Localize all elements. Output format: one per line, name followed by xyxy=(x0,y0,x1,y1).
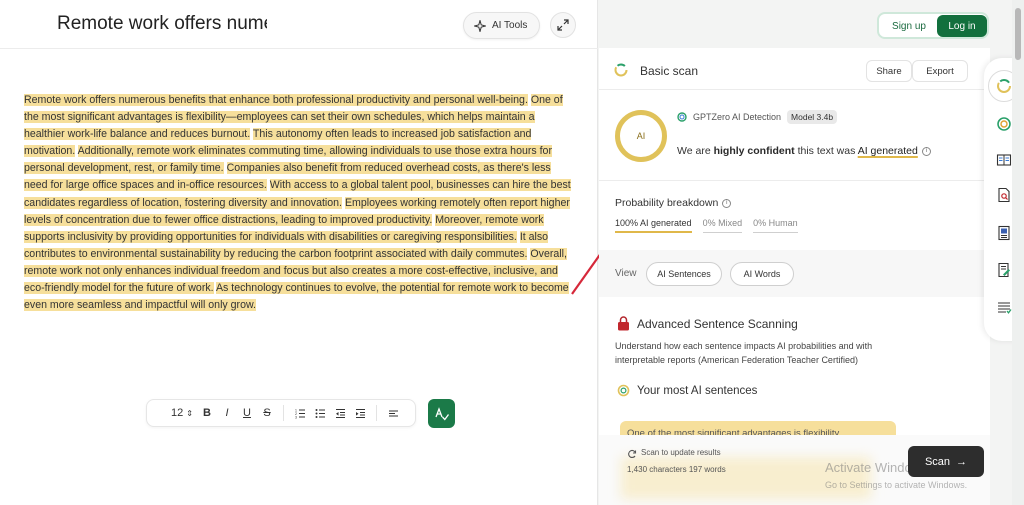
arrow-right-icon: → xyxy=(956,455,968,468)
lock-icon xyxy=(618,316,629,331)
ai-tools-label: AI Tools xyxy=(492,20,528,31)
advanced-scanning-title: Advanced Sentence Scanning xyxy=(637,317,798,331)
rail-edit-button[interactable] xyxy=(994,260,1014,280)
expand-button[interactable] xyxy=(550,12,576,38)
edit-icon xyxy=(998,262,1010,278)
scan-title: Basic scan xyxy=(640,64,699,78)
rail-report-button[interactable] xyxy=(994,298,1014,318)
ai-sentences-button[interactable]: AI Sentences xyxy=(646,262,722,286)
tab-ai-generated[interactable]: 100% AI generated xyxy=(615,218,692,233)
outdent-button[interactable] xyxy=(330,403,350,423)
document-icon xyxy=(998,225,1010,241)
numbered-list-button[interactable]: 123 xyxy=(290,403,310,423)
signup-button[interactable]: Sign up xyxy=(883,16,935,36)
app-root: Remote work offers nume AI Tools Remote … xyxy=(0,0,1024,505)
probability-title: Probability breakdown i xyxy=(615,197,732,209)
compare-icon xyxy=(996,154,1012,166)
refresh-icon xyxy=(628,449,637,459)
bullet-list-button[interactable] xyxy=(310,403,330,423)
indent-button[interactable] xyxy=(350,403,370,423)
windows-watermark-subtitle: Go to Settings to activate Windows. xyxy=(825,480,968,490)
advanced-scanning-description: Understand how each sentence impacts AI … xyxy=(615,341,873,365)
probability-tabs: 100% AI generated 0% Mixed 0% Human xyxy=(615,218,798,233)
toolbar-divider xyxy=(376,405,377,421)
font-size-value: 12 xyxy=(170,407,184,419)
tab-human[interactable]: 0% Human xyxy=(753,218,798,233)
font-size-select[interactable]: 12 ⇕ xyxy=(167,403,197,423)
sparkle-icon xyxy=(474,19,486,32)
bullet-list-icon xyxy=(315,408,325,418)
verdict-pre: We are xyxy=(677,145,714,157)
align-button[interactable] xyxy=(383,403,403,423)
share-button[interactable]: Share xyxy=(866,60,912,82)
strikethrough-button[interactable]: S xyxy=(257,403,277,423)
detector-name: GPTZero AI Detection xyxy=(693,112,782,122)
toolbar-divider xyxy=(283,405,284,421)
auth-group: Sign up Log in xyxy=(877,12,989,39)
editor-header: Remote work offers nume AI Tools xyxy=(0,0,598,49)
ai-tools-button[interactable]: AI Tools xyxy=(463,12,541,39)
rail-document-button[interactable] xyxy=(994,223,1014,243)
italic-button[interactable]: I xyxy=(217,403,237,423)
bold-button[interactable]: B xyxy=(197,403,217,423)
grammar-check-button[interactable] xyxy=(428,399,455,428)
info-icon[interactable]: i xyxy=(722,198,732,208)
panel-top-strip: Sign up Log in xyxy=(599,0,990,48)
indent-icon xyxy=(355,408,365,418)
ai-score-ring: AI xyxy=(615,110,667,162)
window-scrollbar[interactable] xyxy=(1012,0,1024,505)
most-ai-sentences-title: Your most AI sentences xyxy=(637,385,758,397)
model-badge: Model 3.4b xyxy=(787,110,838,124)
spellcheck-icon xyxy=(434,406,449,421)
verdict-text: We are highly confident this text was AI… xyxy=(677,145,931,157)
section-divider xyxy=(599,180,990,181)
underline-button[interactable]: U xyxy=(237,403,257,423)
ai-sentence: Remote work offers numerous benefits tha… xyxy=(24,94,528,106)
verdict-mid: this text was xyxy=(794,145,858,157)
document-body[interactable]: Remote work offers numerous benefits tha… xyxy=(24,92,572,314)
rail-plagiarism-button[interactable] xyxy=(994,185,1014,205)
plagiarism-icon xyxy=(998,187,1010,203)
updown-icon: ⇕ xyxy=(186,408,193,418)
info-icon[interactable]: i xyxy=(921,146,931,156)
scrollbar-thumb[interactable] xyxy=(1015,8,1021,60)
view-label: View xyxy=(615,268,637,279)
verdict-result[interactable]: AI generated xyxy=(858,145,918,157)
rail-gptzero-button[interactable] xyxy=(994,76,1014,96)
export-button[interactable]: Export xyxy=(912,60,968,82)
loading-spinner-icon xyxy=(614,63,628,77)
scan-button-label: Scan xyxy=(924,455,951,468)
numbered-list-icon: 123 xyxy=(295,408,305,419)
expand-icon xyxy=(557,19,569,31)
probability-title-text: Probability breakdown xyxy=(615,197,719,209)
scan-note: Scan to update results xyxy=(641,448,721,457)
format-toolbar: 12 ⇕ B I U S 123 xyxy=(146,399,416,427)
ai-words-button[interactable]: AI Words xyxy=(730,262,794,286)
editor-pane: Remote work offers nume AI Tools Remote … xyxy=(0,0,598,505)
rail-ai-detector-button[interactable] xyxy=(994,114,1014,134)
outdent-icon xyxy=(335,408,345,418)
verdict-confidence: highly confident xyxy=(713,145,795,157)
ai-sentences-icon xyxy=(617,384,630,397)
align-left-icon xyxy=(388,409,398,417)
rail-compare-button[interactable] xyxy=(994,150,1014,170)
document-title[interactable]: Remote work offers nume xyxy=(57,13,267,35)
view-row: View AI Sentences AI Words xyxy=(599,250,990,297)
gptzero-logo-icon xyxy=(997,79,1011,93)
gptzero-logo-icon xyxy=(677,112,687,122)
scan-panel: Sign up Log in Basic scan Share Export A… xyxy=(599,0,990,505)
scan-footer: Scan to update results 1,430 characters … xyxy=(599,435,990,505)
scan-button[interactable]: Scan → xyxy=(908,446,984,477)
report-icon xyxy=(998,302,1012,314)
ai-detector-icon xyxy=(997,117,1011,131)
character-word-count: 1,430 characters 197 words xyxy=(627,465,726,474)
scan-header: Basic scan Share Export xyxy=(599,50,990,90)
tab-mixed[interactable]: 0% Mixed xyxy=(702,218,743,233)
detector-row: GPTZero AI Detection Model 3.4b xyxy=(677,110,838,124)
ai-ring-label: AI xyxy=(636,131,646,141)
login-button[interactable]: Log in xyxy=(937,15,987,37)
svg-text:3: 3 xyxy=(295,415,297,419)
